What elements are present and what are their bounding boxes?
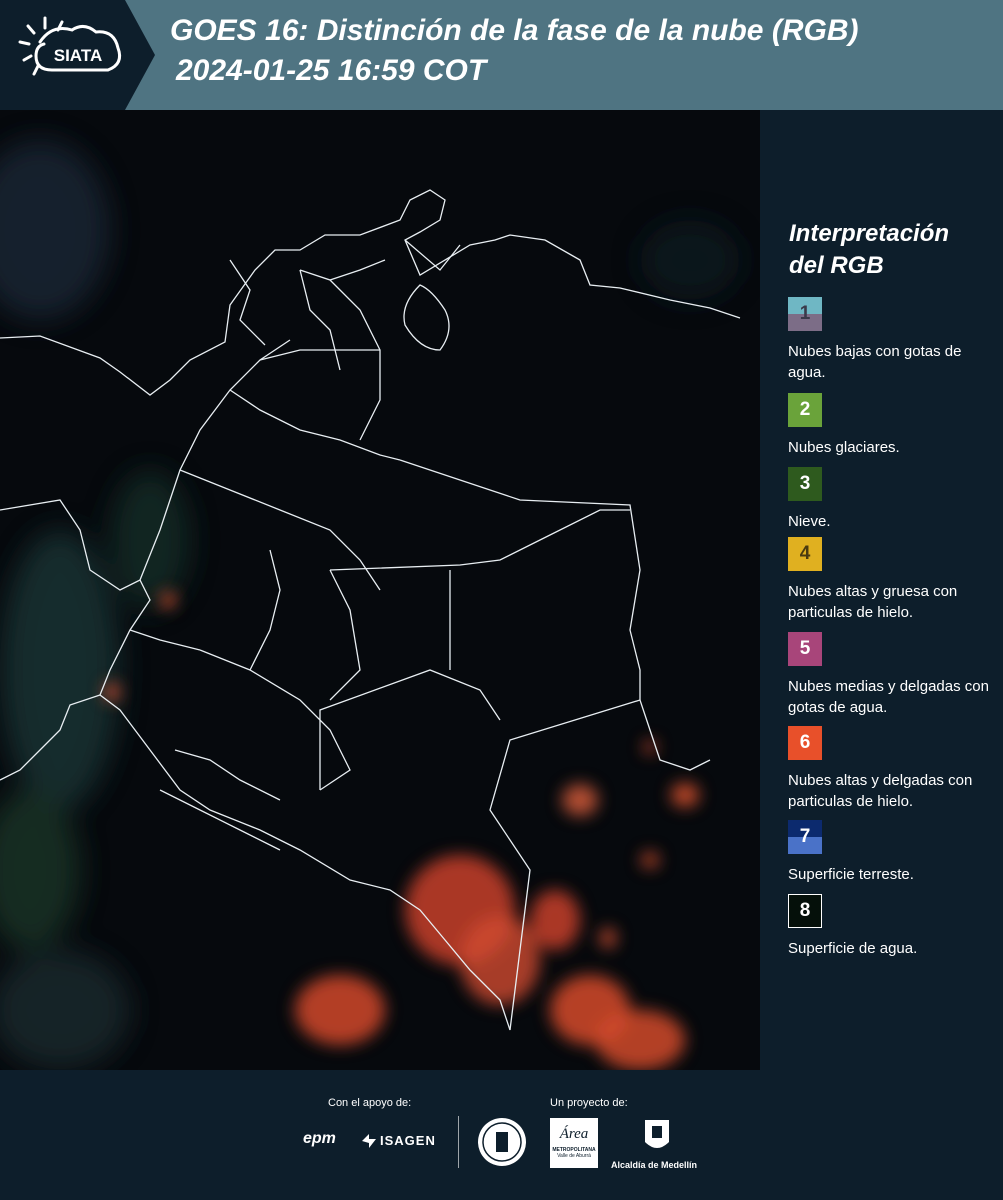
legend-text-5: Nubes medias y delgadas con gotas de agu… (788, 678, 989, 716)
legend-swatch-8: 8 (788, 894, 822, 928)
project-label: Un proyecto de: (550, 1097, 628, 1109)
legend-swatch-2: 2 (788, 393, 822, 427)
legend-item-7: 7 Superficie terreste. (788, 820, 998, 885)
alcaldia-medellin-logo: Alcaldía de Medellín (611, 1160, 698, 1170)
legend-num-2: 2 (799, 399, 811, 420)
legend-swatch-6: 6 (788, 726, 822, 760)
satellite-image (0, 110, 760, 1070)
satellite-map (0, 110, 760, 1070)
isagen-logo: ISAGEN (380, 1133, 436, 1148)
epm-logo: epm (303, 1130, 336, 1147)
page-title: GOES 16: Distinción de la fase de la nub… (170, 14, 859, 47)
legend-swatch-1: 1 (788, 297, 822, 331)
legend-text-4: Nubes altas y gruesa con particulas de h… (788, 583, 958, 621)
legend-text-7: Superficie terreste. (788, 866, 914, 883)
page-timestamp: 2024-01-25 16:59 COT (176, 54, 487, 87)
area-script: Área (559, 1126, 589, 1142)
legend-title: Interpretación del RGB (789, 220, 950, 279)
support-label: Con el apoyo de: (328, 1097, 412, 1109)
legend-item-4: 4 Nubes altas y gruesa con particulas de… (788, 537, 998, 623)
footer-bar: Con el apoyo de: Un proyecto de: epm ISA… (0, 1070, 1003, 1200)
legend-swatch-5: 5 (788, 632, 822, 666)
legend-swatch-4: 4 (788, 537, 822, 571)
legend-num-4: 4 (799, 543, 811, 564)
legend-swatch-3: 3 (788, 467, 822, 501)
legend-item-3: 3 Nieve. (788, 467, 998, 532)
legend-num-3: 3 (799, 473, 811, 494)
footer-divider (458, 1116, 459, 1168)
legend-text-8: Superficie de agua. (788, 940, 918, 957)
legend-text-3: Nieve. (788, 513, 831, 530)
legend-num-6: 6 (799, 732, 811, 753)
legend-num-7: 7 (799, 826, 811, 847)
legend-num-1: 1 (799, 303, 811, 324)
logo-text: SIATA (54, 46, 102, 65)
siata-logo-panel: SIATA (0, 0, 155, 110)
area-metropolitana-sub: Valle de Aburrá (557, 1153, 591, 1159)
legend-swatch-7: 7 (788, 820, 822, 854)
legend-text-2: Nubes glaciares. (788, 439, 900, 456)
medellin-shield-icon (645, 1120, 669, 1148)
legend-item-8: 8 Superficie de agua. (788, 894, 998, 959)
legend-num-5: 5 (799, 638, 811, 659)
legend-item-1: 1 Nubes bajas con gotas de agua. (788, 297, 998, 383)
header-bar: SIATA GOES 16: Distinción de la fase de … (0, 0, 1003, 110)
legend-num-8: 8 (799, 900, 811, 921)
legend-item-5: 5 Nubes medias y delgadas con gotas de a… (788, 632, 998, 718)
legend-item-2: 2 Nubes glaciares. (788, 393, 998, 458)
legend-text-6: Nubes altas y delgadas con particulas de… (788, 772, 973, 810)
legend-text-1: Nubes bajas con gotas de agua. (788, 343, 962, 381)
area-metropolitana-logo: Área METROPOLITANA Valle de Aburrá (550, 1118, 598, 1168)
legend-panel: Interpretación del RGB 1 Nubes bajas con… (760, 110, 1003, 1070)
legend-item-6: 6 Nubes altas y delgadas con particulas … (788, 726, 998, 812)
seal-logo-icon (478, 1118, 526, 1166)
isagen-logo-icon (362, 1134, 376, 1148)
